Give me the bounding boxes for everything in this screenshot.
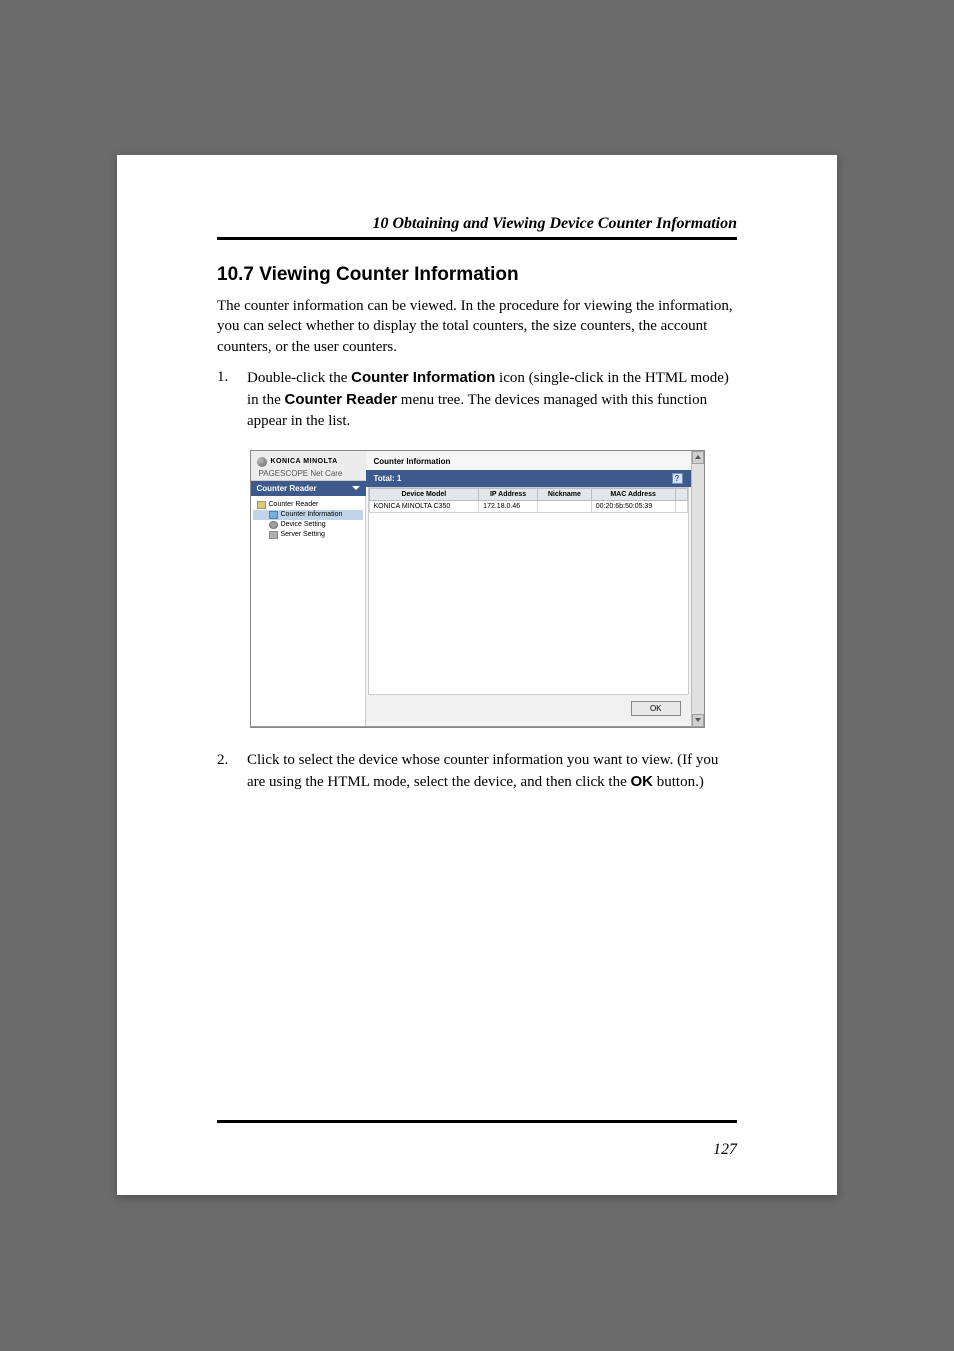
logo-area: KONICA MINOLTA PAGESCOPE Net Care [251,451,366,481]
section-title: 10.7 Viewing Counter Information [217,264,737,286]
device-table: Device Model IP Address Nickname MAC Add… [369,488,688,513]
page-number: 127 [713,1141,737,1158]
tree-server-setting[interactable]: Server Setting [253,530,363,540]
step-number: 1. [217,367,247,432]
screenshot: KONICA MINOLTA PAGESCOPE Net Care Counte… [250,450,705,728]
counter-icon [269,511,278,519]
cell-nickname [537,500,591,512]
document-page: 10 Obtaining and Viewing Device Counter … [117,155,837,1195]
step-1: 1. Double-click the Counter Information … [217,367,737,432]
tree-device-label: Device Setting [281,521,326,528]
chevron-down-icon [352,486,360,490]
section-intro: The counter information can be viewed. I… [217,296,737,357]
total-label: Total: 1 [374,474,402,483]
page-footer: 127 [217,1120,737,1159]
step-2: 2. Click to select the device whose coun… [217,750,737,793]
nav-tree: Counter Reader Counter Information Devic… [251,496,366,726]
cell-device-model: KONICA MINOLTA C350 [369,500,479,512]
tree-counter-label: Counter Information [281,511,343,518]
help-icon[interactable]: ? [672,473,683,484]
cell-ip-address: 172.18.0.46 [479,500,538,512]
tree-root[interactable]: Counter Reader [253,500,363,510]
tree-counter-info[interactable]: Counter Information [253,510,363,520]
app-window: KONICA MINOLTA PAGESCOPE Net Care Counte… [250,450,705,728]
app-main: Counter Information Total: 1 ? Device Mo… [366,451,691,726]
brand-name: KONICA MINOLTA [271,458,338,465]
step-content: Double-click the Counter Information ico… [247,367,737,432]
step-number: 2. [217,750,247,793]
tree-root-label: Counter Reader [269,501,319,508]
arrow-down-icon [695,718,701,722]
scroll-down-button[interactable] [692,714,704,727]
brand-logo: KONICA MINOLTA [257,457,360,467]
button-row: OK [366,695,691,722]
app-top: KONICA MINOLTA PAGESCOPE Net Care Counte… [251,451,691,727]
col-mac-address[interactable]: MAC Address [591,488,675,500]
folder-icon [257,501,266,509]
step-content: Click to select the device whose counter… [247,750,737,793]
logo-icon [257,457,267,467]
scroll-up-button[interactable] [692,451,704,464]
col-ip-address[interactable]: IP Address [479,488,538,500]
cell-spacer [675,500,687,512]
col-nickname[interactable]: Nickname [537,488,591,500]
cell-mac-address: 00:20:6b:50:05:39 [591,500,675,512]
dropdown-label: Counter Reader [257,484,317,493]
arrow-up-icon [695,455,701,459]
tree-device-setting[interactable]: Device Setting [253,520,363,530]
col-device-model[interactable]: Device Model [369,488,479,500]
app-content: KONICA MINOLTA PAGESCOPE Net Care Counte… [251,451,704,727]
table-header-row: Device Model IP Address Nickname MAC Add… [369,488,687,500]
table-row[interactable]: KONICA MINOLTA C350 172.18.0.46 00:20:6b… [369,500,687,512]
step-list: 1. Double-click the Counter Information … [217,367,737,432]
tree-server-label: Server Setting [281,531,325,538]
main-subbar: Total: 1 ? [366,470,691,487]
gear-icon [269,521,278,529]
chapter-header: 10 Obtaining and Viewing Device Counter … [217,215,737,240]
main-title: Counter Information [366,451,691,470]
scrollbar[interactable] [691,451,704,727]
col-spacer [675,488,687,500]
table-container: Device Model IP Address Nickname MAC Add… [368,487,689,695]
ok-button[interactable]: OK [631,701,681,716]
sidebar-dropdown[interactable]: Counter Reader [251,481,366,496]
app-sidebar: KONICA MINOLTA PAGESCOPE Net Care Counte… [251,451,366,726]
product-name: PAGESCOPE Net Care [259,469,360,478]
step-list-2: 2. Click to select the device whose coun… [217,750,737,793]
server-icon [269,531,278,539]
